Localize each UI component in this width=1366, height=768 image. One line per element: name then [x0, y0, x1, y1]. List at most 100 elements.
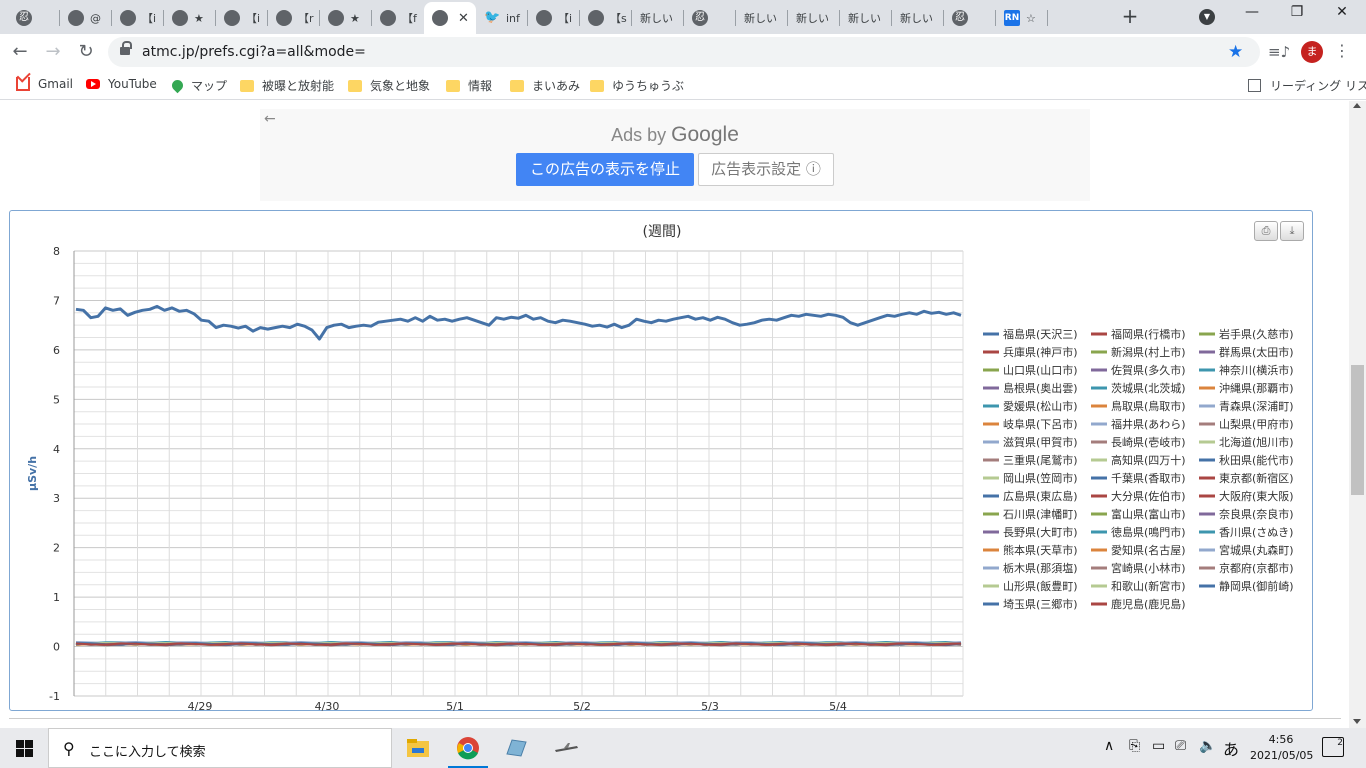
- legend-item: 佐賀県(多久市): [1111, 363, 1186, 377]
- volume-icon[interactable]: 🔈: [1199, 738, 1216, 754]
- web-page-content: ← Ads by Google この広告の表示を停止 広告表示設定 ⓘ -1 0 1…: [0, 101, 1349, 728]
- legend-item: 香川県(さぬき): [1219, 526, 1293, 539]
- chrome-icon[interactable]: [448, 734, 488, 768]
- browser-tab[interactable]: 忍: [8, 2, 60, 34]
- browser-tab[interactable]: 【f: [372, 2, 424, 34]
- scroll-up-icon[interactable]: [1353, 103, 1361, 108]
- legend-item: 奈良県(奈良市): [1219, 507, 1294, 521]
- bookmark-item[interactable]: マップ: [169, 77, 228, 94]
- browser-tab[interactable]: 新しい: [632, 2, 684, 34]
- y-tick-label: 4: [53, 443, 60, 456]
- browser-tab[interactable]: 忍: [684, 2, 736, 34]
- back-arrow-icon[interactable]: ←: [8, 40, 32, 64]
- bookmark-label: マップ: [191, 79, 228, 93]
- legend-item: 富山県(富山市): [1111, 507, 1186, 521]
- browser-tab[interactable]: 【i: [112, 2, 164, 34]
- browser-tab[interactable]: 【i: [528, 2, 580, 34]
- ad-settings-button[interactable]: 広告表示設定 ⓘ: [698, 153, 834, 186]
- y-tick-label: 1: [53, 591, 60, 604]
- bookmark-item[interactable]: まいあみ: [510, 77, 580, 94]
- browser-toolbar: ← → ↻ atmc.jp/prefs.cgi?a=all&mode= ★ ≡♪…: [0, 34, 1366, 70]
- bookmark-item[interactable]: 気象と地象: [348, 77, 430, 94]
- maximize-icon[interactable]: ❐: [1282, 4, 1312, 20]
- tab-close-icon[interactable]: ✕: [458, 11, 469, 26]
- bookmark-item[interactable]: 被曝と放射能: [240, 77, 334, 94]
- print-icon[interactable]: ⎙: [1254, 221, 1278, 241]
- close-window-icon[interactable]: ✕: [1327, 4, 1357, 20]
- scrollbar-thumb[interactable]: [1351, 365, 1364, 495]
- airplane-icon[interactable]: [552, 734, 580, 762]
- legend-item: 沖縄県(那覇市): [1219, 381, 1294, 395]
- bookmark-item[interactable]: Gmail: [16, 77, 73, 91]
- reading-list-button[interactable]: リーディング リスト: [1248, 77, 1366, 94]
- url-text[interactable]: atmc.jp/prefs.cgi?a=all&mode=: [142, 44, 366, 60]
- system-clock[interactable]: 4:56 2021/05/05: [1250, 732, 1313, 764]
- bookmark-item[interactable]: ゆうちゅうぶ: [590, 77, 684, 94]
- legend-item: 福井県(あわら): [1111, 417, 1186, 431]
- legend-item: 山口県(山口市): [1003, 363, 1078, 377]
- bookmark-star-icon[interactable]: ★: [1228, 42, 1243, 62]
- tab-title: 【s: [610, 12, 627, 25]
- reload-icon[interactable]: ↻: [74, 40, 98, 64]
- notification-icon[interactable]: 2: [1322, 737, 1344, 757]
- ime-indicator[interactable]: あ: [1223, 736, 1239, 760]
- browser-tab[interactable]: 新しい: [788, 2, 840, 34]
- x-tick-label: 5/2: [573, 700, 591, 712]
- browser-tab[interactable]: 忍: [944, 2, 996, 34]
- battery-icon[interactable]: ▭: [1152, 738, 1165, 754]
- browser-tab[interactable]: 新しい: [892, 2, 944, 34]
- file-explorer-icon[interactable]: [404, 734, 432, 762]
- browser-tab[interactable]: 新しい: [736, 2, 788, 34]
- download-icon[interactable]: ⤓: [1280, 221, 1304, 241]
- legend-item: 長崎県(壱岐市): [1111, 435, 1186, 449]
- bookmark-item[interactable]: YouTube: [86, 77, 157, 91]
- browser-tab[interactable]: ✕: [424, 2, 476, 34]
- browser-tab[interactable]: 【s: [580, 2, 632, 34]
- tab-title: ☆: [1026, 11, 1036, 25]
- site-globe-icon: [536, 10, 552, 26]
- browser-tab[interactable]: 【r: [268, 2, 320, 34]
- address-bar[interactable]: atmc.jp/prefs.cgi?a=all&mode= ★: [108, 37, 1260, 67]
- bookmark-label: ゆうちゅうぶ: [612, 79, 685, 93]
- browser-tab[interactable]: 【i: [216, 2, 268, 34]
- browser-tab[interactable]: RN ☆: [996, 2, 1048, 34]
- legend-item: 宮崎県(小林市): [1111, 561, 1186, 575]
- legend-item: 石川県(津幡町): [1003, 507, 1078, 521]
- x-tick-label: 4/29: [188, 700, 213, 712]
- taskbar-search-placeholder[interactable]: ここに入力して検索: [89, 741, 206, 760]
- legend-item: 東京都(新宿区): [1219, 471, 1294, 485]
- page-scrollbar[interactable]: [1349, 101, 1366, 728]
- stop-ad-button[interactable]: この広告の表示を停止: [516, 153, 694, 186]
- site-globe-icon: [380, 10, 396, 26]
- browser-tab[interactable]: @: [60, 2, 112, 34]
- taskbar-search-box[interactable]: ⚲ ここに入力して検索: [48, 728, 392, 768]
- reading-list-icon: [1248, 79, 1261, 92]
- menu-dots-icon[interactable]: ⋮: [1334, 41, 1350, 60]
- minimize-icon[interactable]: —: [1237, 4, 1267, 20]
- forward-arrow-icon[interactable]: →: [41, 40, 65, 64]
- new-tab-button[interactable]: +: [1118, 4, 1142, 28]
- media-control-icon[interactable]: ≡♪: [1268, 43, 1290, 61]
- browser-tab[interactable]: ★: [320, 2, 372, 34]
- app-icon[interactable]: [502, 734, 530, 762]
- site-globe-icon: [172, 10, 188, 26]
- profile-avatar[interactable]: ま: [1301, 41, 1323, 63]
- bookmark-item[interactable]: 情報: [446, 77, 492, 94]
- network-icon[interactable]: ⎚: [1175, 738, 1186, 754]
- browser-tab[interactable]: 新しい: [840, 2, 892, 34]
- scroll-down-icon[interactable]: [1353, 719, 1361, 724]
- browser-tab[interactable]: 🐦 inf: [476, 2, 528, 34]
- series-line: [75, 642, 962, 646]
- rn-icon: RN: [1004, 10, 1020, 26]
- tab-search-icon[interactable]: ▼: [1199, 9, 1215, 25]
- meet-icon[interactable]: ⎘: [1129, 738, 1140, 754]
- y-tick-label: 3: [53, 492, 60, 505]
- legend-item: 徳島県(鳴門市): [1111, 525, 1186, 539]
- folder-icon: [590, 79, 604, 92]
- browser-tab[interactable]: ★: [164, 2, 216, 34]
- weekly-chart-panel: -1 0 1 2 3 4 5 6 7 8 μSv/h 4/29 4/30 5/1 5/2 5/3 5/4 福島県(…: [9, 210, 1313, 712]
- tray-overflow-icon[interactable]: ∧: [1104, 738, 1114, 754]
- lock-icon: [120, 41, 132, 57]
- site-globe-icon: [224, 10, 240, 26]
- windows-start-icon[interactable]: [16, 740, 33, 757]
